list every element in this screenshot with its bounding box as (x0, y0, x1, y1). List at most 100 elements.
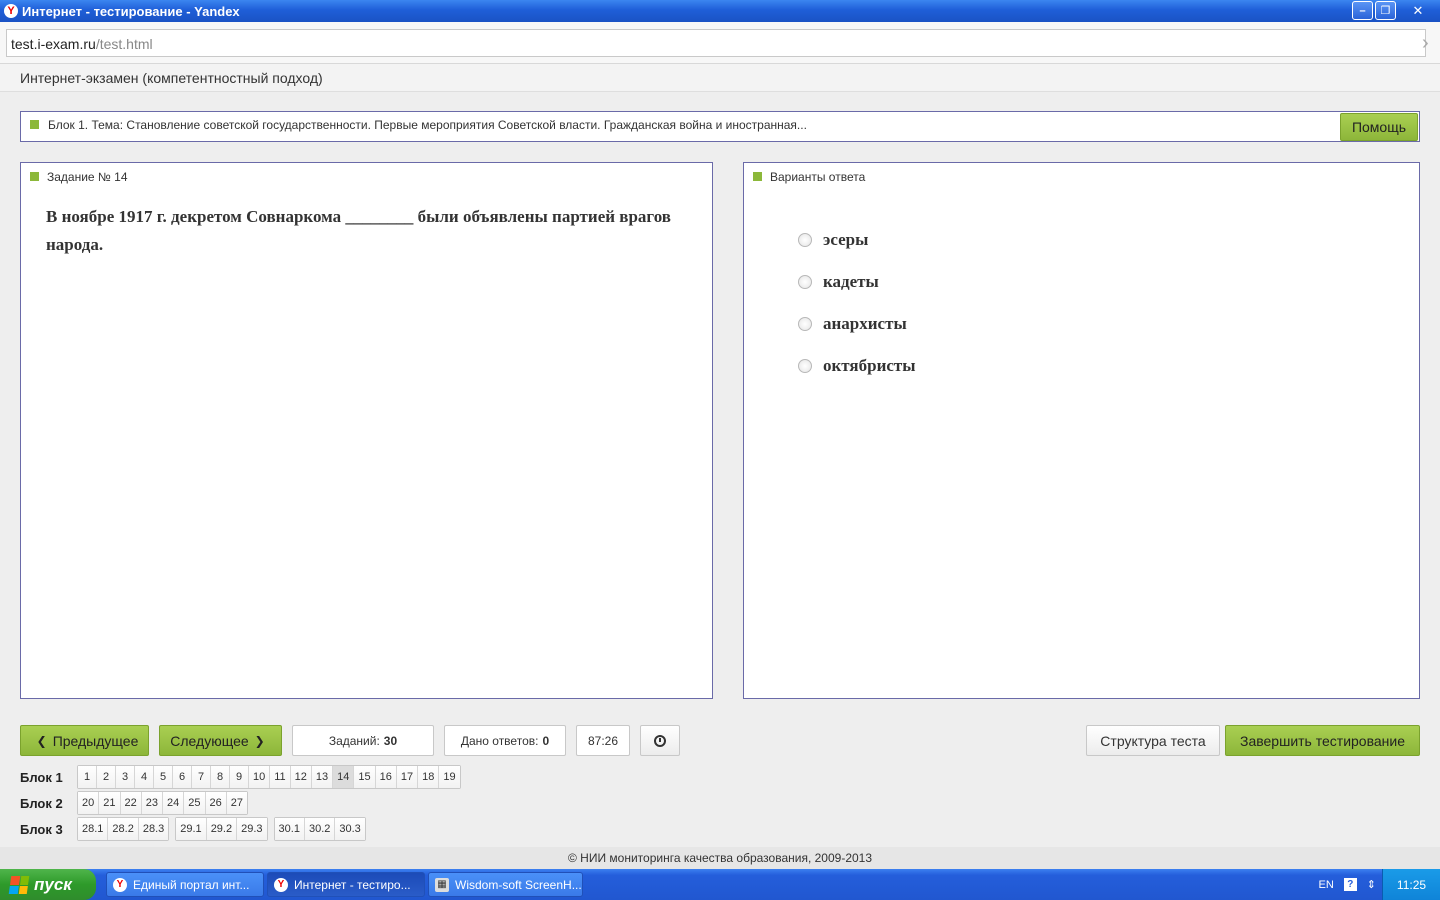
task-number-button[interactable]: 16 (375, 766, 397, 788)
timer-toggle-button[interactable] (640, 725, 680, 756)
window-controls: – ❐ ✕ (1350, 1, 1438, 20)
radio-button[interactable] (798, 359, 812, 373)
url-go-arrow-icon[interactable]: › (1422, 30, 1434, 56)
task-number-button[interactable]: 30.2 (304, 818, 336, 840)
taskbar-item[interactable]: ▦ Wisdom-soft ScreenH... (428, 872, 583, 897)
answer-options: эсеры кадеты анархисты октябристы (798, 219, 916, 387)
task-number-button[interactable]: 7 (192, 766, 211, 788)
minimize-button[interactable]: – (1352, 1, 1373, 20)
task-number-button[interactable]: 19 (439, 766, 460, 788)
green-square-icon (753, 172, 762, 181)
block-row-1: Блок 1 1 2 3 4 5 6 7 8 9 10 11 12 13 14 … (20, 765, 467, 789)
help-icon[interactable]: ? (1343, 878, 1357, 891)
start-button[interactable]: пуск (0, 869, 96, 900)
task-number-button[interactable]: 12 (290, 766, 312, 788)
task-number-button[interactable]: 28.2 (108, 818, 139, 840)
task-number-button[interactable]: 30.1 (274, 818, 305, 840)
answered-count: 0 (542, 733, 550, 748)
answer-option[interactable]: октябристы (798, 345, 916, 387)
footer-copyright: © НИИ мониторинга качества образования, … (0, 847, 1440, 869)
task-group: 20 21 22 23 24 25 26 27 (77, 791, 248, 815)
task-number-button[interactable]: 1 (78, 766, 97, 788)
task-number-button[interactable]: 18 (418, 766, 440, 788)
task-number-button[interactable]: 29.1 (176, 818, 207, 840)
question-text: В ноябре 1917 г. декретом Совнаркома ___… (46, 207, 671, 254)
task-number-button[interactable]: 28.1 (78, 818, 109, 840)
taskbar-item[interactable]: Y Единый портал инт... (106, 872, 264, 897)
volume-icon[interactable]: ⇕ (1367, 878, 1376, 891)
task-number-button[interactable]: 17 (396, 766, 419, 788)
task-number-button[interactable]: 13 (311, 766, 334, 788)
yandex-browser-icon: Y (274, 877, 288, 892)
task-number-button[interactable]: 15 (354, 766, 376, 788)
answered-count-box: Дано ответов: 0 (444, 725, 566, 756)
task-number-button[interactable]: 11 (270, 766, 291, 788)
taskbar-item-label: Единый портал инт... (133, 877, 250, 892)
task-number-button[interactable]: 4 (135, 766, 154, 788)
task-number-button[interactable]: 28.3 (138, 818, 169, 840)
address-bar: test.i-exam.ru/test.html › (0, 22, 1440, 64)
screenshot-app-icon: ▦ (435, 877, 449, 892)
answer-option[interactable]: анархисты (798, 303, 916, 345)
tasks-count-box: Заданий: 30 (292, 725, 434, 756)
task-number-button[interactable]: 26 (205, 792, 227, 814)
previous-button[interactable]: ❮ Предыдущее (20, 725, 149, 756)
window-title: Интернет - тестирование - Yandex (22, 3, 240, 19)
task-number-button[interactable]: 20 (78, 792, 100, 814)
task-group: 30.1 30.2 30.3 (273, 817, 366, 841)
task-number-button[interactable]: 21 (99, 792, 121, 814)
task-number-button[interactable]: 9 (230, 766, 249, 788)
chevron-right-icon: ❯ (254, 733, 265, 748)
yandex-browser-icon: Y (4, 4, 18, 18)
url-host: test.i-exam.ru (11, 36, 96, 52)
tasks-label: Заданий: (328, 733, 380, 748)
taskbar-item-active[interactable]: Y Интернет - тестиро... (267, 872, 425, 897)
restore-button[interactable]: ❐ (1375, 1, 1396, 20)
block-row-3: Блок 3 28.1 28.2 28.3 29.1 29.2 29.3 30.… (20, 817, 372, 841)
finish-test-button[interactable]: Завершить тестирование (1225, 725, 1420, 756)
task-number-button[interactable]: 8 (211, 766, 230, 788)
answers-panel: Варианты ответа эсеры кадеты анархисты о… (743, 162, 1420, 699)
task-number-button[interactable]: 24 (163, 792, 185, 814)
start-label: пуск (34, 874, 72, 894)
close-button[interactable]: ✕ (1398, 1, 1438, 20)
block-label: Блок 3 (20, 821, 63, 837)
clock-icon (654, 734, 666, 747)
task-number-button[interactable]: 30.3 (335, 818, 365, 840)
radio-button[interactable] (798, 317, 812, 331)
help-button[interactable]: Помощь (1340, 113, 1418, 141)
task-number-button[interactable]: 27 (226, 792, 247, 814)
task-number-button[interactable]: 29.2 (206, 818, 238, 840)
answers-title: Варианты ответа (770, 170, 866, 184)
answer-label: эсеры (823, 230, 869, 249)
next-label: Следующее (170, 732, 249, 749)
answered-label: Дано ответов: (460, 733, 539, 748)
task-number-button[interactable]: 29.3 (237, 818, 267, 840)
answer-option[interactable]: эсеры (798, 219, 916, 261)
test-structure-button[interactable]: Структура теста (1086, 725, 1220, 756)
exam-header: Интернет-экзамен (компетентностный подхо… (0, 64, 1440, 92)
task-number-button[interactable]: 2 (97, 766, 116, 788)
task-number-button[interactable]: 23 (141, 792, 163, 814)
task-number-button[interactable]: 22 (120, 792, 142, 814)
task-number-button[interactable]: 6 (173, 766, 192, 788)
windows-logo-icon (8, 875, 30, 894)
topic-text: Блок 1. Тема: Становление советской госу… (48, 118, 807, 132)
block-label: Блок 2 (20, 795, 63, 811)
task-group: 29.1 29.2 29.3 (175, 817, 268, 841)
radio-button[interactable] (798, 233, 812, 247)
task-number-button[interactable]: 25 (184, 792, 206, 814)
taskbar-item-label: Wisdom-soft ScreenH... (455, 877, 582, 892)
task-number-button-current[interactable]: 14 (333, 766, 355, 788)
green-square-icon (30, 120, 39, 129)
answer-label: кадеты (823, 272, 879, 291)
url-field[interactable]: test.i-exam.ru/test.html (6, 29, 1426, 57)
task-number-button[interactable]: 3 (116, 766, 135, 788)
task-number-button[interactable]: 5 (154, 766, 173, 788)
language-indicator[interactable]: EN (1319, 879, 1334, 891)
next-button[interactable]: Следующее ❯ (159, 725, 282, 756)
radio-button[interactable] (798, 275, 812, 289)
clock: 11:25 (1382, 869, 1440, 900)
answer-option[interactable]: кадеты (798, 261, 916, 303)
task-number-button[interactable]: 10 (249, 766, 271, 788)
